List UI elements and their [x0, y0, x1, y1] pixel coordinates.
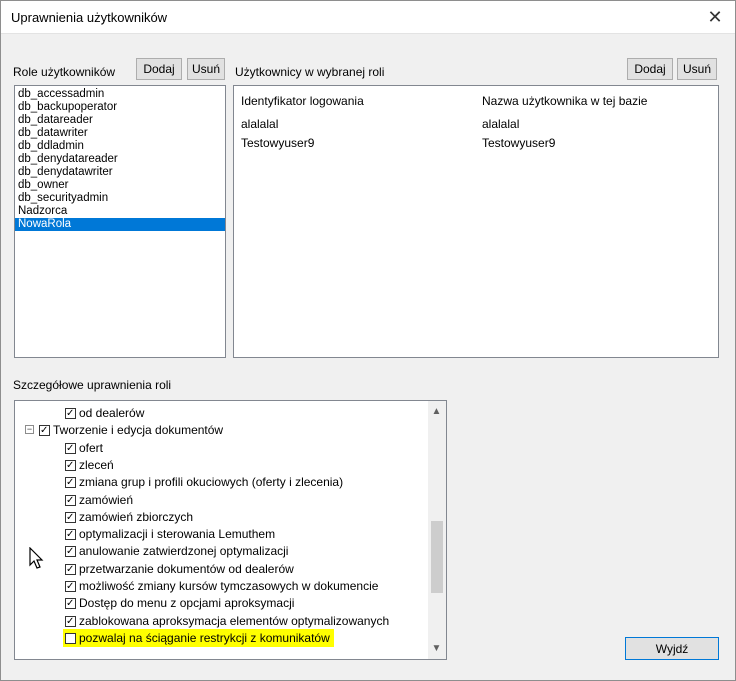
scroll-down-icon[interactable]: ▼	[428, 643, 445, 654]
list-item[interactable]: db_backupoperator	[15, 101, 225, 114]
list-item[interactable]: NowaRola	[15, 218, 225, 231]
tree-item-label: przetwarzanie dokumentów od dealerów	[79, 561, 294, 576]
tree-item[interactable]: anulowanie zatwierdzonej optymalizacji	[15, 542, 425, 560]
permissions-dialog: Uprawnienia użytkowników ✕ Role użytkown…	[0, 0, 736, 681]
permission-checkbox[interactable]	[65, 511, 76, 523]
title-bar: Uprawnienia użytkowników ✕	[1, 1, 735, 34]
tree-item-label: zleceń	[79, 457, 114, 472]
tree-item[interactable]: przetwarzanie dokumentów od dealerów	[15, 560, 425, 578]
permission-checkbox[interactable]	[65, 563, 76, 575]
tree-item-label: anulowanie zatwierdzonej optymalizacji	[79, 544, 289, 559]
list-item[interactable]: db_accessadmin	[15, 88, 225, 101]
tree-item[interactable]: zmiana grup i profili okuciowych (oferty…	[15, 473, 425, 491]
tree-item[interactable]: zleceń	[15, 456, 425, 474]
list-item[interactable]: db_ddladmin	[15, 140, 225, 153]
tree-item-label: zamówień	[79, 492, 134, 507]
close-button[interactable]: ✕	[695, 1, 735, 33]
mouse-cursor-icon	[29, 547, 44, 569]
column-header-login[interactable]: Identyfikator logowania	[241, 94, 364, 108]
list-item[interactable]: db_datawriter	[15, 127, 225, 140]
dialog-title: Uprawnienia użytkowników	[11, 10, 168, 25]
table-row[interactable]: alalalal	[482, 117, 519, 131]
permission-checkbox[interactable]	[65, 529, 76, 541]
permissions-scrollbar[interactable]: ▲ ▼	[428, 401, 446, 659]
tree-item-label: Dostęp do menu z opcjami aproksymacji	[79, 596, 295, 611]
login-cell: Testowyuser9	[241, 136, 315, 150]
username-cell: alalalal	[482, 117, 520, 131]
tree-item-label: Tworzenie i edycja dokumentów	[53, 423, 224, 438]
tree-item-label: możliwość zmiany kursów tymczasowych w d…	[79, 579, 379, 593]
roles-list[interactable]: db_accessadmin db_backupoperator db_datare…	[14, 85, 226, 358]
tree-item[interactable]: od dealerów	[15, 404, 425, 422]
list-item[interactable]: db_datareader	[15, 114, 225, 127]
users-list[interactable]: Identyfikator logowania Nazwa użytkownik…	[233, 85, 719, 358]
permission-checkbox[interactable]	[65, 477, 76, 489]
list-item[interactable]: db_securityadmin	[15, 192, 225, 205]
column-header-username[interactable]: Nazwa użytkownika w tej bazie	[482, 94, 647, 108]
permission-checkbox[interactable]	[65, 459, 76, 471]
tree-item[interactable]: optymalizacji i sterowania Lemuthem	[15, 525, 425, 543]
table-row[interactable]: alalalal	[241, 117, 278, 131]
list-item[interactable]: db_owner	[15, 179, 225, 192]
permission-checkbox[interactable]	[65, 632, 76, 644]
tree-item[interactable]: możliwość zmiany kursów tymczasowych w d…	[15, 577, 425, 595]
tree-item-label: optymalizacji i sterowania Lemuthem	[79, 527, 276, 542]
permission-checkbox[interactable]	[65, 546, 76, 558]
add-role-button[interactable]: Dodaj	[136, 58, 182, 80]
permission-checkbox[interactable]	[65, 494, 76, 506]
tree-item[interactable]: − Tworzenie i edycja dokumentów	[15, 421, 425, 439]
scroll-thumb[interactable]	[431, 521, 443, 593]
table-row[interactable]: Testowyuser9	[482, 136, 555, 150]
tree-item-label: zablokowana aproksymacja elementów optym…	[79, 613, 390, 628]
list-item[interactable]: Nadzorca	[15, 205, 225, 218]
close-icon: ✕	[707, 7, 723, 27]
permissions-tree[interactable]: od dealerów − Tworzenie i edycja dokumentó…	[14, 400, 447, 660]
exit-button[interactable]: Wyjdź	[625, 637, 719, 660]
list-item[interactable]: db_denydatawriter	[15, 166, 225, 179]
tree-item-label: od dealerów	[79, 406, 145, 420]
tree-item-label: ofert	[79, 440, 104, 455]
permission-checkbox[interactable]	[65, 581, 76, 592]
remove-user-button[interactable]: Usuń	[677, 58, 717, 80]
tree-item[interactable]: pozwalaj na ściąganie restrykcji z komun…	[15, 628, 425, 647]
permissions-label: Szczegółowe uprawnienia roli	[13, 378, 172, 392]
tree-item-label: zmiana grup i profili okuciowych (oferty…	[79, 475, 344, 490]
table-row[interactable]: Testowyuser9	[241, 136, 314, 150]
permission-checkbox[interactable]	[65, 442, 76, 454]
roles-label: Role użytkowników	[13, 65, 116, 79]
tree-item-label: pozwalaj na ściąganie restrykcji z komun…	[63, 628, 334, 647]
permission-checkbox[interactable]	[65, 615, 76, 627]
users-label: Użytkownicy w wybranej roli	[235, 65, 385, 79]
collapse-icon[interactable]: −	[25, 425, 34, 435]
add-user-button[interactable]: Dodaj	[627, 58, 673, 80]
remove-role-button[interactable]: Usuń	[187, 58, 225, 80]
scroll-up-icon[interactable]: ▲	[428, 406, 445, 417]
tree-item[interactable]: zamówień zbiorczych	[15, 508, 425, 526]
tree-item[interactable]: zamówień	[15, 491, 425, 509]
tree-item[interactable]: Dostęp do menu z opcjami aproksymacji	[15, 594, 425, 612]
permission-checkbox[interactable]	[65, 408, 76, 419]
tree-item[interactable]: zablokowana aproksymacja elementów optym…	[15, 612, 425, 630]
permission-checkbox[interactable]	[39, 425, 50, 437]
tree-item[interactable]: ofert	[15, 439, 425, 457]
permission-checkbox[interactable]	[65, 598, 76, 610]
username-cell: Testowyuser9	[482, 136, 556, 150]
tree-item-label: zamówień zbiorczych	[79, 509, 194, 524]
list-item[interactable]: db_denydatareader	[15, 153, 225, 166]
login-cell: alalalal	[241, 117, 279, 131]
